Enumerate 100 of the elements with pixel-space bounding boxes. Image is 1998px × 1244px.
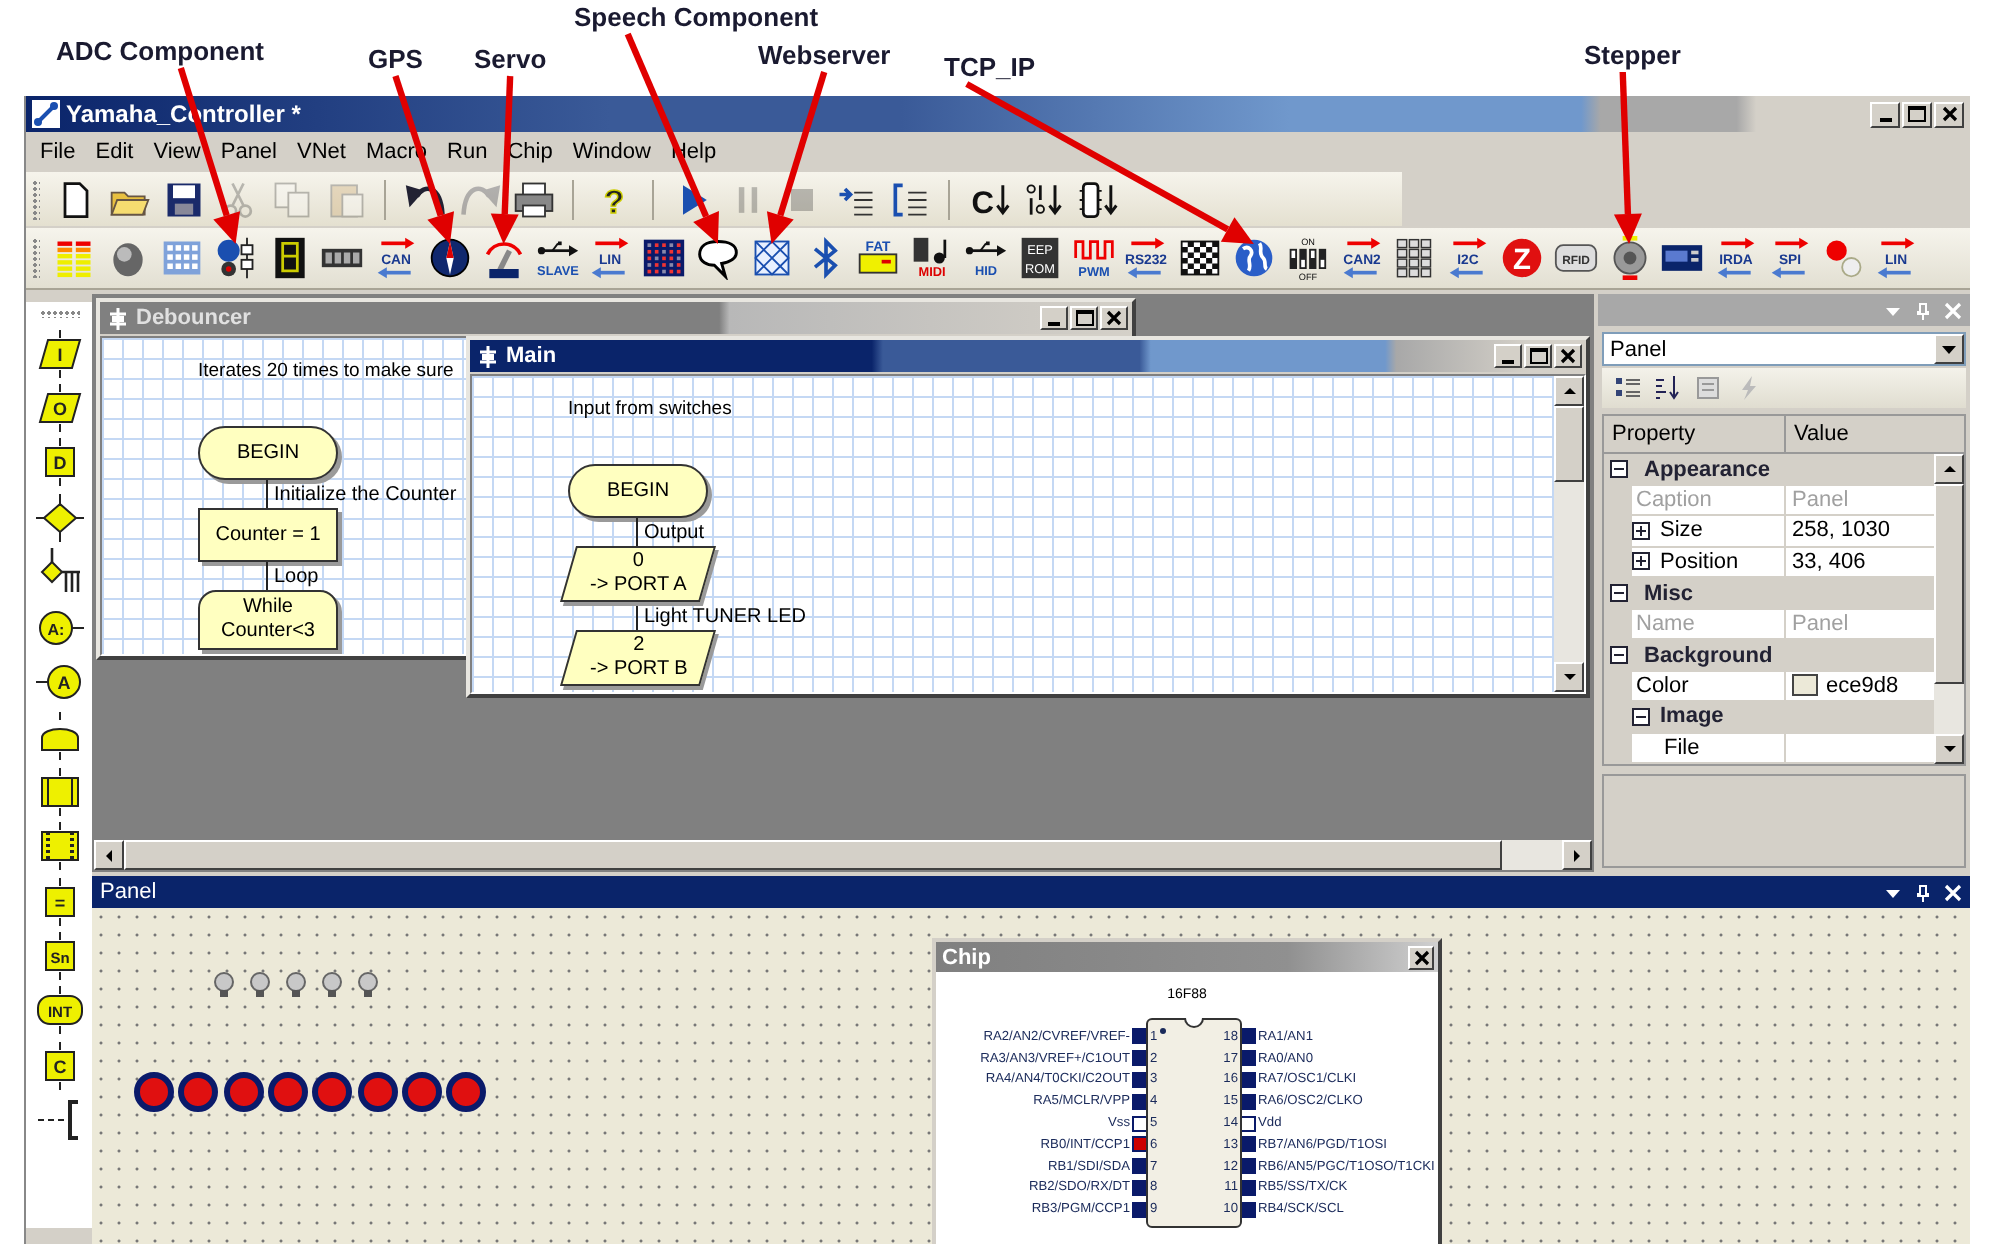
meter-icon: [52, 236, 97, 280]
expand-icon[interactable]: [1632, 552, 1650, 571]
close-button[interactable]: [1554, 344, 1582, 368]
menu-item[interactable]: Edit: [85, 137, 144, 165]
toolbar-grip[interactable]: [39, 310, 79, 318]
globe-icon: [1231, 236, 1276, 280]
matrix-icon: [642, 236, 687, 280]
connector-label: Light TUNER LED: [642, 604, 806, 630]
comment-text: Iterates 20 times to make sure: [198, 360, 454, 384]
adc-icon: [213, 236, 258, 280]
connector-line: [266, 562, 268, 590]
toolbar-grip[interactable]: [32, 179, 40, 219]
close-icon: [1413, 949, 1429, 965]
collapse-icon[interactable]: [1609, 646, 1627, 665]
collapse-icon[interactable]: [1632, 707, 1650, 726]
callout-label: Servo: [474, 44, 547, 74]
app-icon: [32, 100, 60, 128]
object-dropdown[interactable]: Panel: [1602, 332, 1966, 366]
callout-label: Speech Component: [574, 2, 819, 32]
menu-item[interactable]: Window: [562, 137, 661, 165]
web-icon: [749, 236, 794, 280]
minimize-button[interactable]: [1494, 344, 1522, 368]
process-node: Counter = 1: [198, 508, 338, 562]
decision-tool[interactable]: [31, 490, 87, 546]
category-label: Misc: [1642, 581, 1693, 606]
window-title: Debouncer: [136, 306, 251, 330]
caret-icon[interactable]: [1942, 345, 1956, 353]
menu-item[interactable]: Run: [437, 137, 498, 165]
window-title: Chip: [942, 945, 991, 969]
menu-item[interactable]: View: [143, 137, 211, 165]
menu-item[interactable]: VNet: [287, 137, 356, 165]
property-value[interactable]: 258, 1030: [1786, 516, 1934, 547]
keys-icon: [1392, 236, 1437, 280]
close-icon[interactable]: [1944, 883, 1962, 901]
toolbar-grip[interactable]: [32, 238, 40, 278]
decision-icon: [35, 493, 83, 542]
close-icon: [1106, 310, 1122, 326]
terminator-node: BEGIN: [198, 426, 338, 480]
bubble-icon: [695, 236, 740, 280]
column-header[interactable]: Property: [1604, 416, 1786, 452]
close-icon: [1560, 348, 1576, 364]
collapse-icon[interactable]: [1609, 460, 1627, 479]
callout-label: ADC Component: [56, 36, 264, 66]
maximize-button[interactable]: [1070, 306, 1098, 330]
connector-label: Loop: [272, 564, 319, 590]
pin-icon[interactable]: [1914, 883, 1932, 901]
compass-icon: [427, 236, 472, 280]
connector-label: Output: [642, 520, 705, 546]
close-icon: [1941, 106, 1957, 122]
maximize-icon: [1908, 106, 1926, 122]
flowchart-icon: [108, 307, 128, 329]
connector-label: Initialize the Counter: [272, 482, 457, 508]
window-title: Main: [506, 344, 557, 368]
close-button[interactable]: [1408, 945, 1434, 969]
led-icon: [1821, 236, 1866, 280]
vertical-scrollbar[interactable]: [1554, 376, 1584, 692]
callout-label: TCP_IP: [944, 52, 1036, 82]
copy-icon: [269, 177, 313, 221]
callout-label: Stepper: [1584, 40, 1681, 70]
loop-icon: [35, 712, 83, 761]
category-label: Appearance: [1642, 457, 1770, 482]
comment-icon: [35, 1096, 83, 1145]
vertical-scrollbar[interactable]: [1934, 454, 1964, 764]
column-header[interactable]: Value: [1786, 416, 1964, 452]
calculation-icon: [35, 767, 83, 816]
property-value[interactable]: ece9d8: [1786, 671, 1934, 702]
categorized-icon[interactable]: [1614, 374, 1642, 402]
connector-line: [266, 480, 268, 508]
sort-icon[interactable]: [1654, 374, 1682, 402]
output-node: 2 -> PORT B: [559, 630, 717, 686]
minimize-button[interactable]: [1870, 101, 1900, 127]
property-value[interactable]: 33, 406: [1786, 547, 1934, 578]
comment-text: Input from switches: [568, 398, 732, 422]
flowchart-icon: [478, 345, 498, 367]
flag-icon: [1178, 236, 1223, 280]
maximize-icon: [1075, 310, 1093, 326]
minimize-button[interactable]: [1040, 306, 1068, 330]
callout-label: Webserver: [758, 40, 891, 70]
maximize-icon: [1529, 348, 1547, 364]
expand-icon[interactable]: [1632, 521, 1650, 540]
collapse-icon[interactable]: [1609, 584, 1627, 603]
gauge-icon: [481, 236, 526, 280]
horizontal-scrollbar[interactable]: [94, 840, 1592, 870]
terminator-node: BEGIN: [568, 464, 708, 518]
switch-icon: [35, 548, 83, 597]
menu-item[interactable]: Panel: [210, 137, 287, 165]
maximize-button[interactable]: [1524, 344, 1552, 368]
close-button[interactable]: [1100, 306, 1128, 330]
output-node: 0 -> PORT A: [559, 546, 717, 602]
menu-item[interactable]: File: [30, 137, 86, 165]
keypad-icon: [159, 236, 204, 280]
maximize-button[interactable]: [1902, 101, 1932, 127]
compile-chip-icon: [1075, 177, 1119, 221]
menu-item[interactable]: Chip: [497, 137, 563, 165]
category-label: Background: [1642, 643, 1773, 668]
pane-title: Panel: [100, 880, 157, 904]
loop-node: While Counter<3: [198, 590, 338, 650]
callout-label: GPS: [368, 44, 423, 74]
connector-line: [636, 602, 638, 630]
close-button[interactable]: [1934, 101, 1964, 127]
